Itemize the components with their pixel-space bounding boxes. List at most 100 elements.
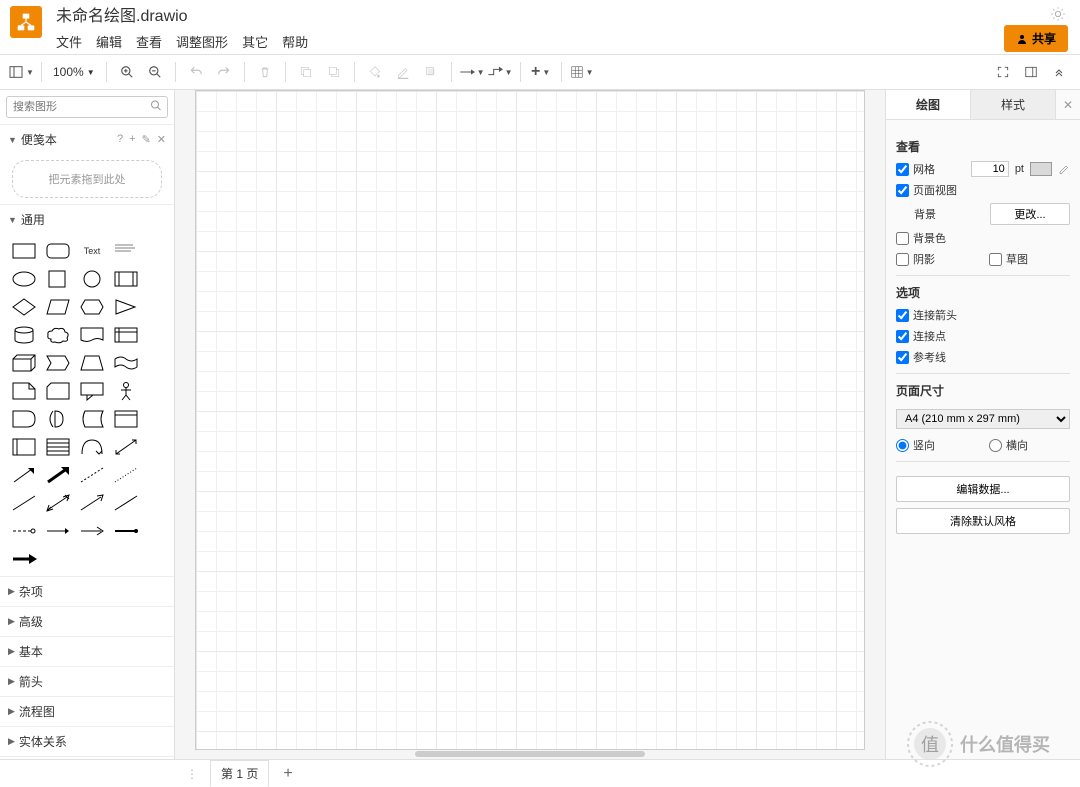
shape-container[interactable] — [112, 408, 140, 430]
grid-color-edit-icon[interactable] — [1058, 163, 1070, 175]
redo-button[interactable] — [211, 59, 237, 85]
category-uml[interactable]: ▶UML — [0, 757, 174, 759]
tab-style[interactable]: 样式 — [971, 90, 1056, 119]
shape-dotted-line[interactable] — [112, 464, 140, 486]
shape-thick-arrow[interactable] — [44, 464, 72, 486]
shape-ellipse[interactable] — [10, 268, 38, 290]
connect-arrows-label[interactable]: 连接箭头 — [896, 307, 1070, 323]
category-misc[interactable]: ▶杂项 — [0, 577, 174, 606]
shadow-button[interactable] — [418, 59, 444, 85]
menu-other[interactable]: 其它 — [242, 32, 268, 51]
waypoint-button[interactable]: ▼ — [487, 59, 513, 85]
shape-square[interactable] — [44, 268, 72, 290]
shape-rectangle[interactable] — [10, 240, 38, 262]
canvas-area[interactable] — [175, 90, 885, 759]
delete-button[interactable] — [252, 59, 278, 85]
scratchpad-add-icon[interactable]: + — [129, 133, 135, 146]
shape-cloud[interactable] — [44, 324, 72, 346]
to-front-button[interactable] — [293, 59, 319, 85]
add-page-button[interactable]: + — [275, 761, 300, 787]
connect-points-checkbox[interactable] — [896, 330, 909, 343]
scratchpad-edit-icon[interactable]: ✎ — [142, 133, 151, 146]
shape-rounded-rect[interactable] — [44, 240, 72, 262]
shape-connector2[interactable] — [78, 520, 106, 542]
page-drag-handle-icon[interactable]: ⋮ — [180, 767, 204, 781]
close-panel-icon[interactable]: ✕ — [1056, 90, 1080, 119]
category-advanced[interactable]: ▶高级 — [0, 607, 174, 636]
sketch-checkbox-label[interactable]: 草图 — [989, 251, 1070, 267]
shape-connector4[interactable] — [10, 548, 38, 570]
scratchpad-header[interactable]: ▼ 便笺本 ? + ✎ ✕ — [0, 125, 174, 154]
shape-internal-storage[interactable] — [112, 324, 140, 346]
menu-edit[interactable]: 编辑 — [96, 32, 122, 51]
shape-tape[interactable] — [112, 352, 140, 374]
clear-style-button[interactable]: 清除默认风格 — [896, 508, 1070, 534]
sketch-checkbox[interactable] — [989, 253, 1002, 266]
shape-text[interactable]: Text — [78, 240, 106, 262]
zoom-in-button[interactable] — [114, 59, 140, 85]
bgcolor-checkbox-label[interactable]: 背景色 — [896, 230, 1070, 246]
shadow-checkbox-label[interactable]: 阴影 — [896, 251, 983, 267]
shape-card[interactable] — [44, 380, 72, 402]
shadow-checkbox[interactable] — [896, 253, 909, 266]
horizontal-scrollbar[interactable] — [195, 749, 865, 759]
shape-line[interactable] — [10, 492, 38, 514]
shape-dashed-line[interactable] — [78, 464, 106, 486]
format-panel-button[interactable] — [1018, 59, 1044, 85]
shape-cube[interactable] — [10, 352, 38, 374]
collapse-button[interactable] — [1046, 59, 1072, 85]
grid-checkbox[interactable] — [896, 163, 909, 176]
shape-process[interactable] — [112, 268, 140, 290]
category-arrows[interactable]: ▶箭头 — [0, 667, 174, 696]
scratchpad-dropzone[interactable]: 把元素拖到此处 — [12, 160, 162, 198]
connect-arrows-checkbox[interactable] — [896, 309, 909, 322]
shape-triangle[interactable] — [112, 296, 140, 318]
guides-label[interactable]: 参考线 — [896, 349, 1070, 365]
general-header[interactable]: ▼ 通用 — [0, 205, 174, 234]
shape-link[interactable] — [10, 520, 38, 542]
table-button[interactable]: ▼ — [569, 59, 595, 85]
zoom-out-button[interactable] — [142, 59, 168, 85]
shape-line2[interactable] — [112, 492, 140, 514]
menu-view[interactable]: 查看 — [136, 32, 162, 51]
shape-diamond[interactable] — [10, 296, 38, 318]
guides-checkbox[interactable] — [896, 351, 909, 364]
scratchpad-close-icon[interactable]: ✕ — [157, 133, 166, 146]
menu-adjust[interactable]: 调整图形 — [176, 32, 228, 51]
shape-directional[interactable] — [78, 492, 106, 514]
shape-data-storage[interactable] — [78, 408, 106, 430]
bgcolor-checkbox[interactable] — [896, 232, 909, 245]
shape-textbox[interactable] — [112, 240, 140, 262]
search-icon[interactable] — [150, 100, 162, 115]
shape-parallelogram[interactable] — [44, 296, 72, 318]
menu-help[interactable]: 帮助 — [282, 32, 308, 51]
search-input[interactable] — [6, 96, 168, 118]
shape-step[interactable] — [44, 352, 72, 374]
shape-bidir-arrow[interactable] — [112, 436, 140, 458]
shape-callout[interactable] — [78, 380, 106, 402]
undo-button[interactable] — [183, 59, 209, 85]
shape-actor[interactable] — [112, 380, 140, 402]
grid-size-input[interactable] — [971, 161, 1009, 177]
category-entity[interactable]: ▶实体关系 — [0, 727, 174, 756]
shape-cylinder[interactable] — [10, 324, 38, 346]
tab-diagram[interactable]: 绘图 — [886, 90, 971, 119]
document-title[interactable]: 未命名绘图.drawio — [56, 6, 308, 28]
shape-curve[interactable] — [78, 436, 106, 458]
pagesize-select[interactable]: A4 (210 mm x 297 mm) — [896, 409, 1070, 429]
edit-data-button[interactable]: 编辑数据... — [896, 476, 1070, 502]
theme-toggle-icon[interactable] — [1050, 6, 1066, 22]
grid-checkbox-label[interactable]: 网格 — [896, 161, 965, 177]
insert-button[interactable]: +▼ — [528, 59, 554, 85]
shape-bidir-connector[interactable] — [44, 492, 72, 514]
fill-color-button[interactable] — [362, 59, 388, 85]
connection-button[interactable]: ▼ — [459, 59, 485, 85]
change-background-button[interactable]: 更改... — [990, 203, 1070, 225]
fullscreen-button[interactable] — [990, 59, 1016, 85]
shape-trapezoid[interactable] — [78, 352, 106, 374]
shape-note[interactable] — [10, 380, 38, 402]
shape-and[interactable] — [44, 408, 72, 430]
shape-hexagon[interactable] — [78, 296, 106, 318]
scratchpad-help-icon[interactable]: ? — [117, 133, 123, 146]
shape-container2[interactable] — [10, 436, 38, 458]
